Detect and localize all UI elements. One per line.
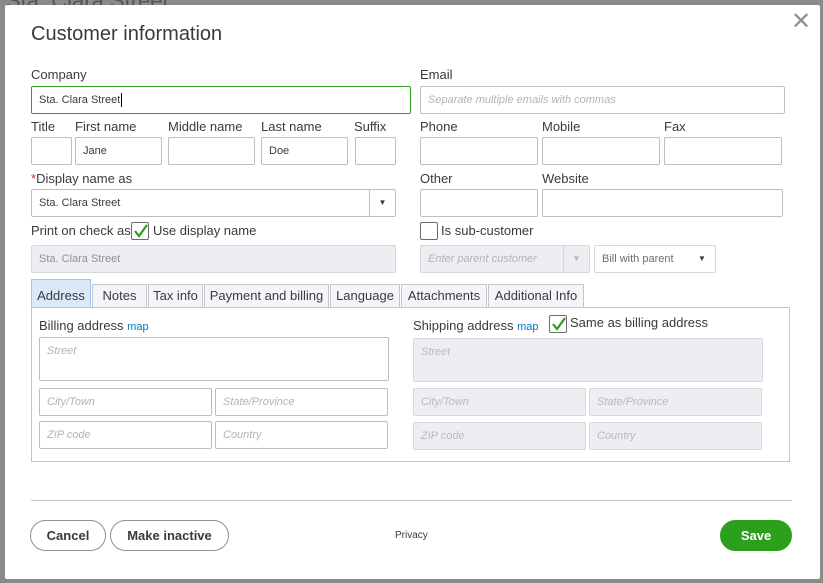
text-cursor <box>121 93 123 108</box>
cancel-button[interactable]: Cancel <box>30 520 106 551</box>
print-on-check-label: Print on check as <box>31 223 131 238</box>
email-input[interactable]: Separate multiple emails with commas <box>420 86 785 114</box>
same-as-billing-checkbox[interactable] <box>549 315 567 333</box>
tab-address[interactable]: Address <box>31 279 91 309</box>
shipping-state-input[interactable]: State/Province <box>589 388 762 416</box>
parent-customer-placeholder: Enter parent customer <box>428 253 537 265</box>
billing-city-input[interactable]: City/Town <box>39 388 212 416</box>
suffix-label: Suffix <box>354 119 387 134</box>
parent-customer-select[interactable]: Enter parent customer ▼ <box>420 245 590 273</box>
title-label: Title <box>31 119 56 134</box>
website-label: Website <box>542 171 589 186</box>
phone-label: Phone <box>420 119 458 134</box>
bill-with-parent-value: Bill with parent <box>602 253 674 265</box>
tab-payment-and-billing[interactable]: Payment and billing <box>204 284 329 308</box>
checkmark-icon <box>552 317 566 331</box>
save-button[interactable]: Save <box>720 520 792 551</box>
middle-name-label: Middle name <box>168 119 243 134</box>
shipping-city-input[interactable]: City/Town <box>413 388 586 416</box>
print-on-check-input[interactable]: Sta. Clara Street <box>31 245 396 273</box>
tab-notes[interactable]: Notes <box>92 284 147 308</box>
company-label: Company <box>31 67 87 82</box>
sub-customer-label: Is sub-customer <box>441 223 534 238</box>
use-display-name-label: Use display name <box>153 223 257 238</box>
use-display-name-checkbox[interactable] <box>131 222 149 240</box>
shipping-map-link[interactable]: map <box>517 321 538 333</box>
shipping-country-input[interactable]: Country <box>589 422 762 450</box>
email-label: Email <box>420 67 453 82</box>
shipping-address-heading: Shipping address map <box>413 318 539 333</box>
mobile-input[interactable] <box>542 137 660 165</box>
fax-label: Fax <box>664 119 686 134</box>
billing-address-title: Billing address <box>39 318 124 333</box>
caret-down-icon[interactable]: ▼ <box>369 190 395 216</box>
close-icon[interactable]: ✕ <box>790 9 812 33</box>
tab-additional-info[interactable]: Additional Info <box>488 284 584 308</box>
footer-divider <box>31 500 792 501</box>
dialog-title: Customer information <box>31 23 223 45</box>
billing-street-input[interactable]: Street <box>39 337 389 381</box>
bill-with-parent-select[interactable]: Bill with parent ▼ <box>594 245 716 273</box>
caret-down-icon[interactable]: ▼ <box>689 246 715 272</box>
suffix-input[interactable] <box>355 137 396 165</box>
middle-name-input[interactable] <box>168 137 255 165</box>
tab-attachments[interactable]: Attachments <box>401 284 487 308</box>
billing-zip-input[interactable]: ZIP code <box>39 421 212 449</box>
billing-state-input[interactable]: State/Province <box>215 388 388 416</box>
title-input[interactable] <box>31 137 72 165</box>
company-value: Sta. Clara Street <box>39 94 121 106</box>
first-name-label: First name <box>75 119 137 134</box>
display-name-value: Sta. Clara Street <box>39 197 121 209</box>
privacy-link[interactable]: Privacy <box>395 530 428 541</box>
other-input[interactable] <box>420 189 538 217</box>
sub-customer-checkbox[interactable] <box>420 222 438 240</box>
display-name-select[interactable]: Sta. Clara Street ▼ <box>31 189 396 217</box>
display-name-label: *Display name as <box>31 171 132 186</box>
shipping-street-input[interactable]: Street <box>413 338 763 382</box>
shipping-address-title: Shipping address <box>413 318 514 333</box>
last-name-label: Last name <box>261 119 322 134</box>
last-name-input[interactable]: Doe <box>261 137 348 165</box>
phone-input[interactable] <box>420 137 538 165</box>
billing-map-link[interactable]: map <box>127 321 148 333</box>
billing-address-heading: Billing address map <box>39 318 149 333</box>
fax-input[interactable] <box>664 137 782 165</box>
address-panel: Billing address map Street City/Town Sta… <box>31 307 790 462</box>
make-inactive-button[interactable]: Make inactive <box>110 520 229 551</box>
website-input[interactable] <box>542 189 783 217</box>
mobile-label: Mobile <box>542 119 581 134</box>
caret-down-icon[interactable]: ▼ <box>563 246 589 272</box>
other-label: Other <box>420 171 453 186</box>
customer-information-dialog: ✕ Customer information Company Sta. Clar… <box>5 5 820 579</box>
shipping-zip-input[interactable]: ZIP code <box>413 422 586 450</box>
tab-language[interactable]: Language <box>330 284 400 308</box>
tab-tax-info[interactable]: Tax info <box>148 284 203 308</box>
email-placeholder: Separate multiple emails with commas <box>428 94 616 106</box>
checkmark-icon <box>134 224 148 238</box>
company-input[interactable]: Sta. Clara Street <box>31 86 411 114</box>
billing-country-input[interactable]: Country <box>215 421 388 449</box>
first-name-input[interactable]: Jane <box>75 137 162 165</box>
same-as-billing-label: Same as billing address <box>570 315 709 330</box>
display-name-label-text: Display name as <box>36 171 133 186</box>
